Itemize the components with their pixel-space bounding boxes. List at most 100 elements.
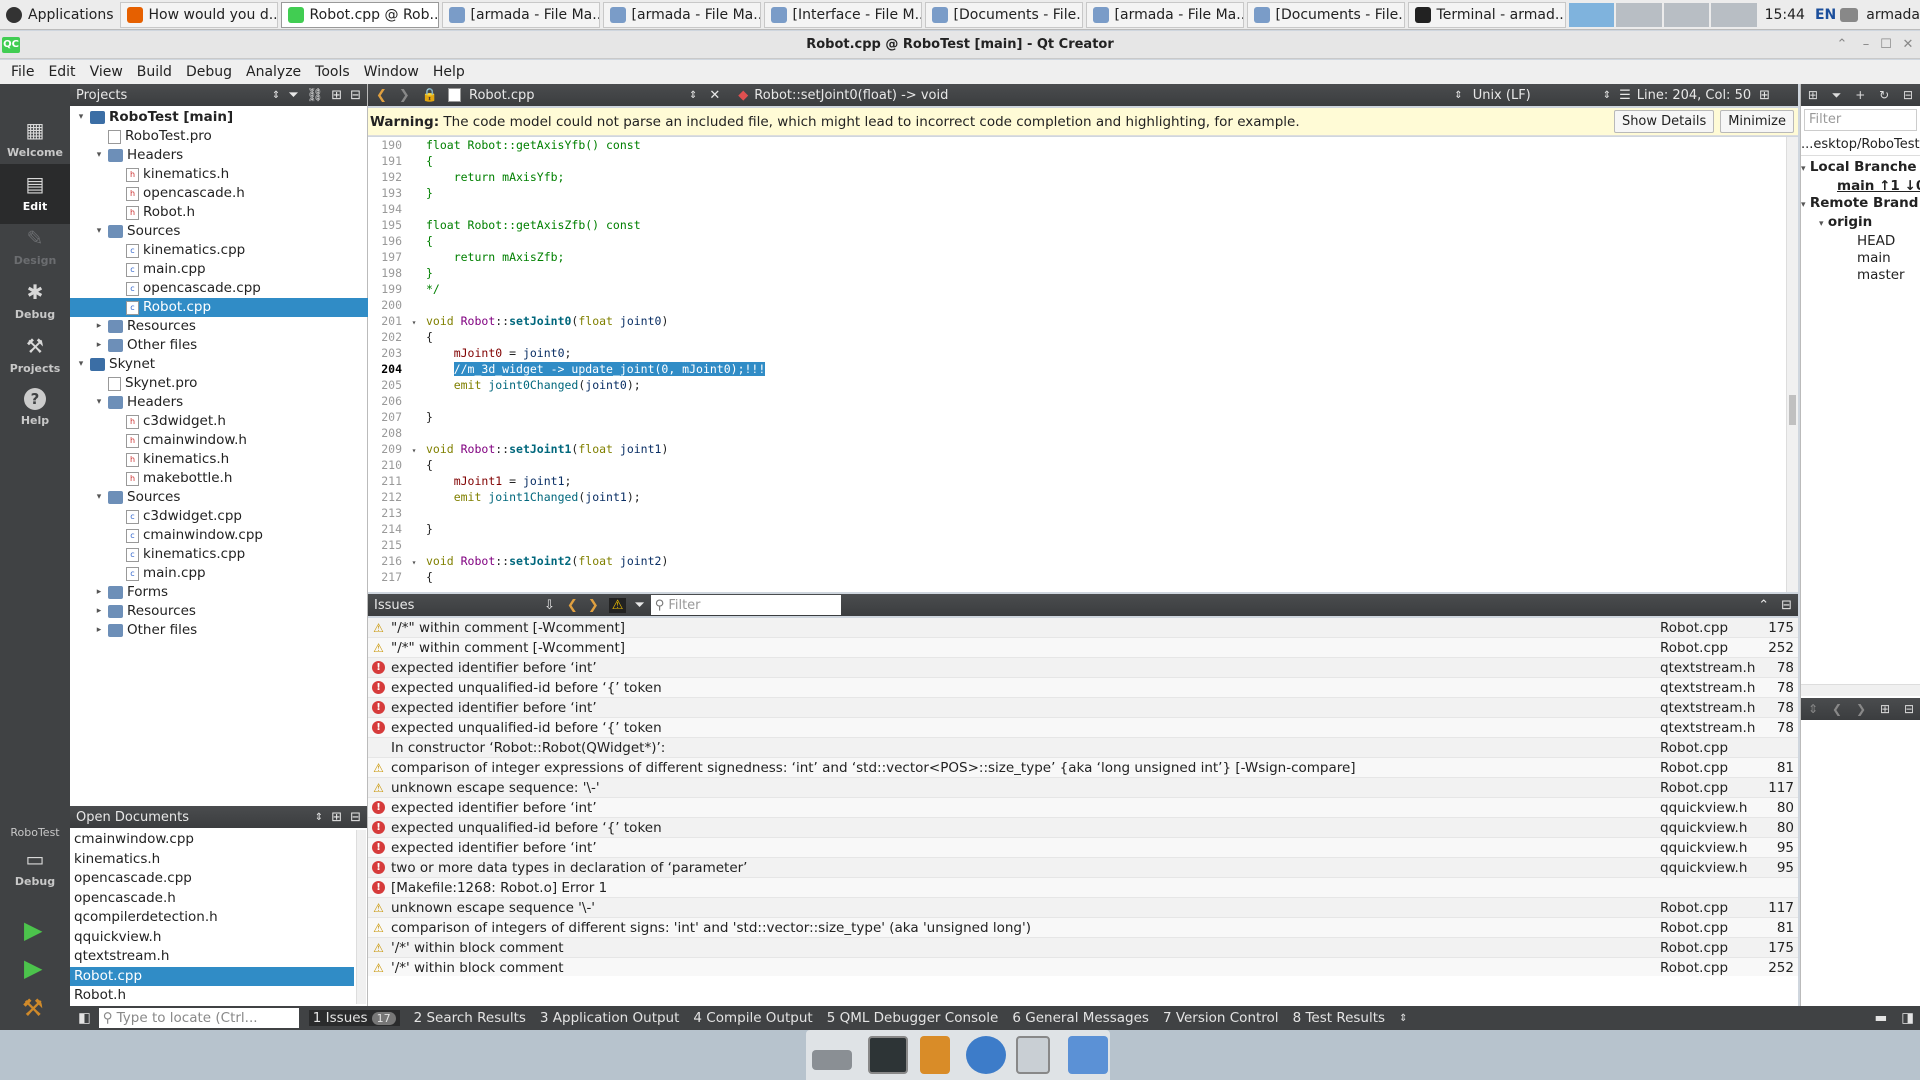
document-selector-arrow[interactable]: ⇕ [689, 90, 697, 101]
window-close-button[interactable]: ✕ [1898, 35, 1918, 55]
window-maximize-button[interactable]: ☐ [1876, 35, 1896, 55]
outline-icon[interactable]: ☰ [1619, 88, 1631, 103]
link-icon[interactable]: ⛓ [307, 88, 324, 103]
split-icon[interactable]: ⊞ [1880, 702, 1890, 716]
mode-projects[interactable]: ⚒ Projects [0, 326, 70, 386]
kit-selector[interactable]: RoboTest ▭ Debug [0, 820, 70, 900]
editor-scrollbar[interactable] [1786, 137, 1798, 592]
issue-row[interactable]: ⚠ unknown escape sequence '\-' Robot.cpp 11… [368, 898, 1798, 918]
add-branch-icon[interactable]: + [1855, 88, 1865, 102]
tree-item[interactable]: h cmainwindow.h [70, 431, 368, 450]
tree-item[interactable]: h Robot.h [70, 203, 368, 222]
clean-icon[interactable]: ⇩ [544, 598, 555, 613]
menu-help[interactable]: Help [428, 62, 470, 82]
split-editor-icon[interactable]: ⊞ [1759, 88, 1770, 103]
issue-row[interactable]: ! expected identifier before ‘int’ qtextst… [368, 698, 1798, 718]
close-document-icon[interactable]: ✕ [709, 88, 720, 103]
window-shade-button[interactable]: ⌃ [1832, 35, 1852, 55]
tree-item[interactable]: ▾ RoboTest [main] [70, 108, 368, 127]
mode-debug[interactable]: ✱ Debug [0, 272, 70, 332]
menu-file[interactable]: File [6, 62, 39, 82]
open-document-item[interactable]: Robot.h [70, 986, 354, 1005]
open-document-item[interactable]: qcompilerdetection.h [70, 908, 354, 927]
window-minimize-button[interactable]: – [1856, 35, 1876, 55]
file-cabinet-icon[interactable] [920, 1036, 950, 1074]
tree-item[interactable]: ▾ Headers [70, 146, 368, 165]
issue-row[interactable]: ! expected unqualified-id before ‘{’ toke… [368, 678, 1798, 698]
output-tab-1[interactable]: 1 Issues 17 [308, 1010, 400, 1026]
back-icon[interactable]: ❮ [376, 88, 387, 103]
taskbar-task[interactable]: [Documents - File... [1246, 1, 1405, 28]
applications-menu[interactable]: Applications [0, 0, 120, 30]
network-icon[interactable] [1840, 7, 1859, 22]
remote-branch-item[interactable]: HEAD [1857, 233, 1920, 250]
progress-details-icon[interactable]: ▬ [1874, 1010, 1887, 1026]
menu-view[interactable]: View [85, 62, 128, 82]
taskbar-task[interactable]: [armada - File Ma... [602, 1, 761, 28]
collapse-arrow-icon[interactable]: ▾ [76, 108, 86, 127]
sort-icon[interactable]: ⇕ [272, 90, 280, 101]
sort-icon[interactable]: ⇕ [315, 812, 323, 823]
show-details-button[interactable]: Show Details [1613, 110, 1715, 133]
document-selector[interactable]: Robot.cpp [469, 88, 689, 103]
filter-icon[interactable]: ⏷ [1832, 88, 1842, 103]
locator-input[interactable]: ⚲ Type to locate (Ctrl... [98, 1008, 299, 1028]
line-ending-selector[interactable]: Unix (LF) [1473, 88, 1603, 103]
output-tab-6[interactable]: 6 General Messages [1012, 1010, 1149, 1026]
tree-item[interactable]: h kinematics.h [70, 450, 368, 469]
symbol-selector-arrow[interactable]: ⇕ [1454, 90, 1462, 101]
output-tab-8[interactable]: 8 Test Results [1293, 1010, 1386, 1026]
run-icon[interactable]: ▶ [24, 916, 42, 944]
taskbar-task[interactable]: [armada - File Ma... [1085, 1, 1244, 28]
output-tab-3[interactable]: 3 Application Output [540, 1010, 680, 1026]
tree-item[interactable]: h kinematics.h [70, 165, 368, 184]
tree-item[interactable]: c cmainwindow.cpp [70, 526, 368, 545]
taskbar-task[interactable]: Terminal - armad... [1407, 1, 1566, 28]
origin-node[interactable]: ▾ origin [1801, 214, 1920, 233]
filter-icon[interactable]: ⏷ [634, 598, 644, 613]
open-document-item[interactable]: Robot.cpp [70, 966, 354, 986]
issue-row[interactable]: ! two or more data types in declaration o… [368, 858, 1798, 878]
issue-row[interactable]: ! expected identifier before ‘int’ qquickv… [368, 838, 1798, 858]
close-pane-icon[interactable]: ⊟ [350, 810, 361, 825]
forward-icon[interactable]: ❯ [399, 88, 410, 103]
mode-edit[interactable]: ▤ Edit [0, 164, 70, 224]
open-document-item[interactable]: opencascade.cpp [70, 869, 354, 888]
output-tab-2[interactable]: 2 Search Results [414, 1010, 526, 1026]
tree-item[interactable]: c main.cpp [70, 564, 368, 583]
remote-branch-item[interactable]: main [1857, 250, 1920, 267]
collapse-arrow-icon[interactable]: ▾ [94, 488, 104, 507]
tree-item[interactable]: c c3dwidget.cpp [70, 507, 368, 526]
warnings-toggle-icon[interactable]: ⚠ [608, 597, 627, 613]
forward-icon[interactable]: ❯ [1856, 702, 1866, 716]
tree-item[interactable]: c kinematics.cpp [70, 545, 368, 564]
open-documents-scrollbar[interactable] [356, 830, 366, 1004]
back-icon[interactable]: ❮ [1832, 702, 1842, 716]
taskbar-task[interactable]: How would you d... [119, 1, 278, 28]
mode-help[interactable]: ? Help [0, 380, 70, 440]
menu-analyze[interactable]: Analyze [241, 62, 306, 82]
output-tab-4[interactable]: 4 Compile Output [693, 1010, 812, 1026]
workspace-3[interactable] [1663, 2, 1710, 27]
issue-row[interactable]: ! expected identifier before ‘int’ qtextst… [368, 658, 1798, 678]
menu-window[interactable]: Window [359, 62, 424, 82]
build-hammer-icon[interactable]: ⚒ [22, 994, 44, 1022]
taskbar-task[interactable]: [Documents - File... [924, 1, 1083, 28]
tree-item[interactable]: c Robot.cpp [70, 298, 368, 317]
mode-design[interactable]: ✎ Design [0, 218, 70, 278]
menu-tools[interactable]: Tools [310, 62, 355, 82]
tree-item[interactable]: ▸ Other files [70, 621, 368, 640]
drive-icon[interactable] [812, 1050, 852, 1070]
user-name[interactable]: armada [1866, 7, 1920, 23]
menu-edit[interactable]: Edit [43, 62, 80, 82]
more-panes-icon[interactable]: ⇕ [1399, 1013, 1407, 1024]
remote-branches-node[interactable]: ▾ Remote Brand [1801, 195, 1920, 214]
tree-item[interactable]: c opencascade.cpp [70, 279, 368, 298]
collapse-arrow-icon[interactable]: ▾ [76, 355, 86, 374]
issue-row[interactable]: ⚠ "/*" within comment [-Wcomment] Robot.cp… [368, 638, 1798, 658]
collapse-arrow-icon[interactable]: ▾ [94, 222, 104, 241]
sort-icon[interactable]: ⇕ [1808, 702, 1818, 716]
output-tab-5[interactable]: 5 QML Debugger Console [827, 1010, 999, 1026]
tree-item[interactable]: h opencascade.h [70, 184, 368, 203]
filter-icon[interactable]: ⏷ [288, 88, 298, 103]
